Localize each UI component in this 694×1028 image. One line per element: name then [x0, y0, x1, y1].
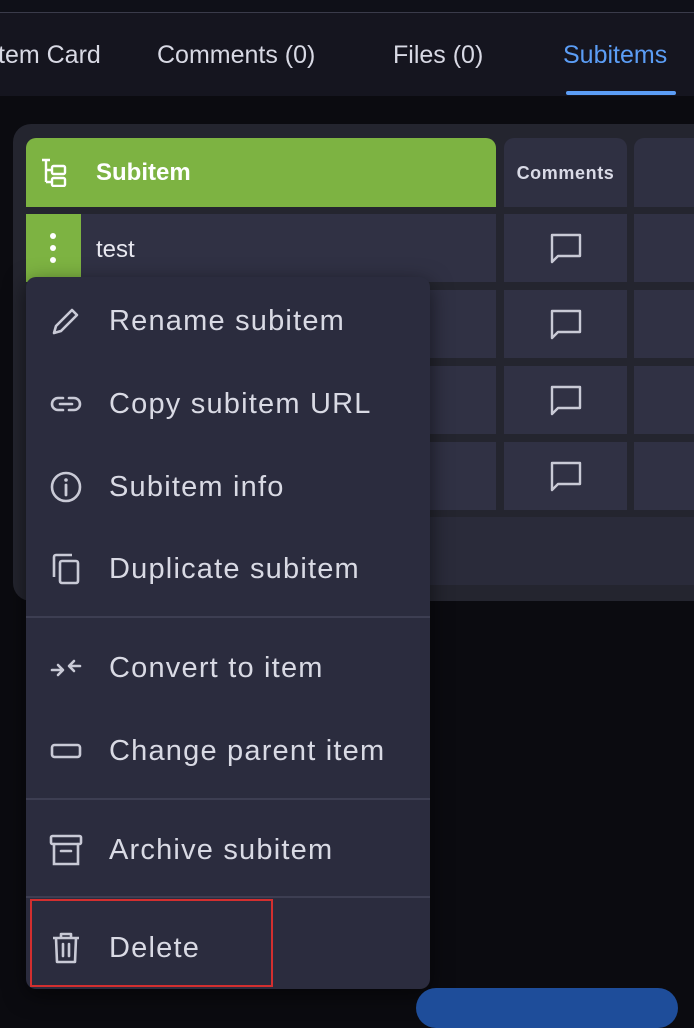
menu-label-convert: Convert to item [109, 652, 324, 684]
menu-item-archive[interactable]: Archive subitem [26, 808, 430, 890]
convert-arrows-icon [50, 659, 82, 677]
menu-item-rename[interactable]: Rename subitem [26, 279, 430, 361]
more-vertical-icon [50, 233, 56, 263]
comment-icon [550, 385, 582, 416]
column-header-subitem-label: Subitem [96, 159, 191, 186]
menu-label-archive: Archive subitem [109, 834, 334, 866]
menu-label-info: Subitem info [109, 471, 285, 503]
menu-label-duplicate: Duplicate subitem [109, 553, 360, 585]
table-row[interactable]: test [0, 214, 694, 282]
subitem-name: test [96, 236, 135, 263]
menu-item-convert[interactable]: Convert to item [26, 626, 430, 708]
comments-cell[interactable] [504, 442, 627, 510]
subitem-context-menu: Rename subitem Copy subitem URL Subitem … [26, 277, 430, 989]
tab-item-card[interactable]: tem Card [0, 41, 101, 70]
extra-cell[interactable] [634, 442, 694, 510]
pencil-icon [52, 308, 79, 335]
tab-files[interactable]: Files (0) [393, 41, 483, 70]
menu-label-rename: Rename subitem [109, 305, 346, 337]
tab-comments[interactable]: Comments (0) [157, 41, 315, 70]
menu-divider [26, 616, 430, 618]
subitem-name-cell[interactable]: test [26, 214, 496, 282]
extra-cell[interactable] [634, 290, 694, 358]
archive-icon [49, 834, 83, 866]
menu-label-change-parent: Change parent item [109, 735, 386, 767]
menu-item-change-parent[interactable]: Change parent item [26, 709, 430, 791]
row-menu-handle[interactable] [26, 214, 81, 282]
extra-cell[interactable] [634, 366, 694, 434]
delete-highlight-box [30, 899, 273, 987]
tab-bar: tem Card Comments (0) Files (0) Subitems [0, 13, 694, 96]
comment-icon [550, 309, 582, 340]
duplicate-icon [52, 553, 80, 585]
rectangle-icon [50, 743, 82, 759]
menu-item-info[interactable]: Subitem info [26, 445, 430, 527]
comments-cell[interactable] [504, 366, 627, 434]
active-tab-indicator [566, 91, 676, 95]
menu-divider [26, 896, 430, 898]
link-icon [50, 396, 82, 412]
top-bar [0, 0, 694, 13]
menu-item-duplicate[interactable]: Duplicate subitem [26, 527, 430, 609]
bottom-action-button[interactable] [416, 988, 678, 1028]
menu-label-copy-url: Copy subitem URL [109, 388, 372, 420]
comments-cell[interactable] [504, 290, 627, 358]
comment-icon [550, 461, 582, 492]
column-header-extra[interactable] [634, 138, 694, 207]
tab-subitems[interactable]: Subitems [563, 41, 667, 70]
column-header-comments-label: Comments [516, 163, 615, 183]
menu-divider [26, 798, 430, 800]
comment-icon [550, 233, 582, 264]
info-icon [50, 471, 82, 503]
column-header-comments[interactable]: Comments [504, 138, 627, 207]
comments-cell[interactable] [504, 214, 627, 282]
extra-cell[interactable] [634, 214, 694, 282]
menu-item-copy-url[interactable]: Copy subitem URL [26, 362, 430, 444]
column-header-subitem[interactable]: Subitem [26, 138, 496, 207]
subitem-tree-icon [42, 158, 67, 187]
